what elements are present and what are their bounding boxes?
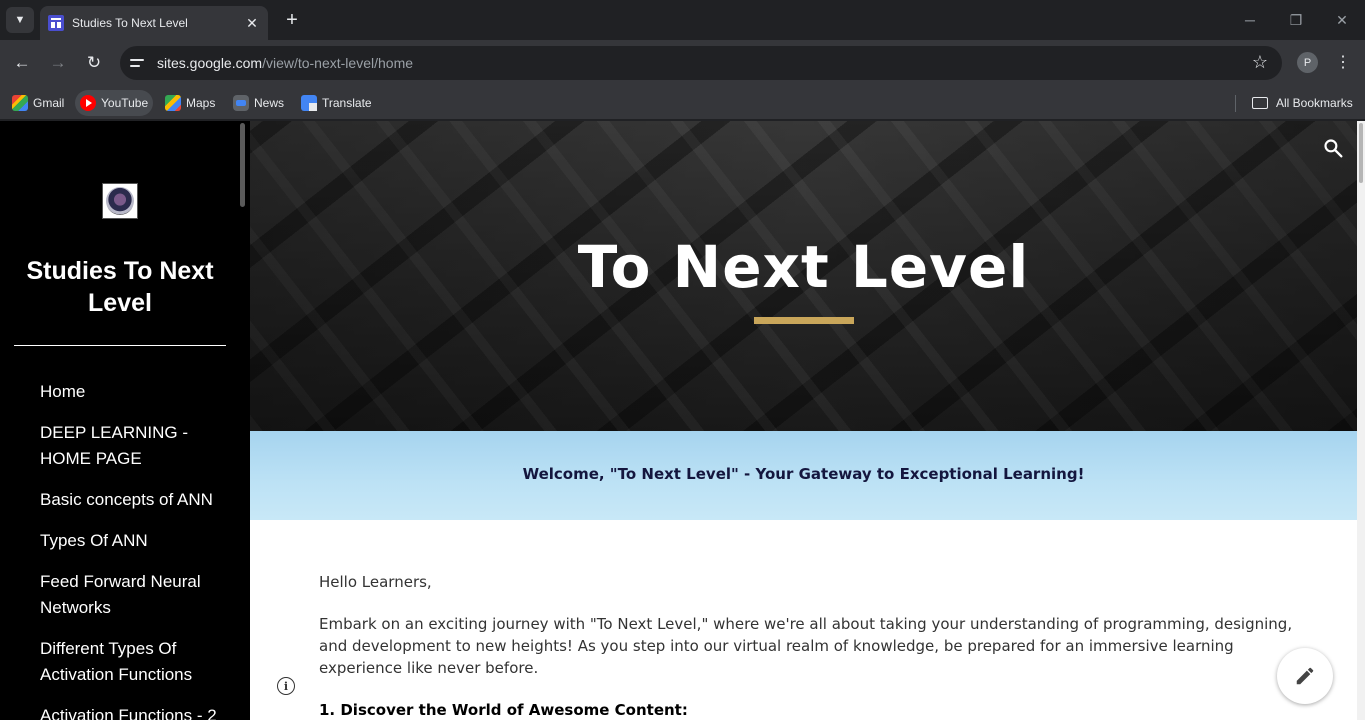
news-icon [233,95,249,111]
bookmark-gmail[interactable]: Gmail [7,90,69,116]
bookmarks-bar: Gmail YouTube Maps News Translate All Bo… [0,86,1365,120]
edit-button[interactable] [1277,648,1333,704]
sidebar-divider [14,345,226,346]
gmail-icon [12,95,28,111]
bookmark-translate[interactable]: Translate [296,90,377,116]
minimize-icon[interactable]: ─ [1227,0,1273,40]
nav-item-deep-learning[interactable]: DEEP LEARNING - HOME PAGE [40,420,230,472]
main-content: Hello Learners, Embark on an exciting jo… [319,571,1299,720]
google-sites-favicon-icon [48,15,64,31]
nav-item-feed-forward[interactable]: Feed Forward Neural Networks [40,569,230,621]
intro-paragraph: Embark on an exciting journey with "To N… [319,615,1293,677]
hero-title: To Next Level [577,233,1030,301]
profile-avatar[interactable]: P [1297,52,1318,73]
folder-icon [1252,97,1268,109]
hero-banner: To Next Level [250,121,1357,431]
nav-item-activation-functions-2[interactable]: Activation Functions - 2 [40,703,230,720]
sidebar: Studies To Next Level Home DEEP LEARNING… [0,121,250,720]
tab-strip: ▼ Studies To Next Level ✕ + ─ ❐ ✕ [0,0,1365,40]
site-logo[interactable] [102,183,138,219]
bookmarks-divider [1235,95,1236,112]
translate-icon [301,95,317,111]
youtube-icon [80,95,96,111]
tab-close-icon[interactable]: ✕ [244,15,260,32]
search-icon[interactable] [1323,138,1343,158]
new-tab-button[interactable]: + [282,8,302,32]
title-accent-bar [754,317,854,324]
nav-item-basic-concepts-ann[interactable]: Basic concepts of ANN [40,487,230,513]
site-name[interactable]: Studies To Next Level [14,255,226,319]
greeting-text: Hello Learners, [319,573,432,591]
bookmark-maps[interactable]: Maps [160,90,220,116]
maps-icon [165,95,181,111]
browser-toolbar: ← → ↻ sites.google.com/view/to-next-leve… [0,40,1365,86]
window-controls: ─ ❐ ✕ [1227,0,1365,40]
window-close-icon[interactable]: ✕ [1319,0,1365,40]
page-scrollbar-track[interactable] [1357,121,1365,720]
section-heading: 1. Discover the World of Awesome Content… [319,701,688,719]
address-bar[interactable]: sites.google.com/view/to-next-level/home… [120,46,1282,80]
tab-title: Studies To Next Level [72,16,188,30]
nav-item-activation-functions[interactable]: Different Types Of Activation Functions [40,636,230,688]
bookmark-star-icon[interactable]: ☆ [1252,52,1268,73]
welcome-banner: Welcome, "To Next Level" - Your Gateway … [250,431,1357,520]
tab-search-button[interactable]: ▼ [6,7,34,33]
emblem-icon [106,187,134,215]
sidebar-nav: Home DEEP LEARNING - HOME PAGE Basic con… [40,379,230,720]
all-bookmarks-button[interactable]: All Bookmarks [1247,90,1358,116]
page-viewport: Studies To Next Level Home DEEP LEARNING… [0,121,1365,720]
back-icon[interactable]: ← [8,49,36,77]
restore-icon[interactable]: ❐ [1273,0,1319,40]
sidebar-scrollbar[interactable] [240,123,245,207]
welcome-heading: Welcome, "To Next Level" - Your Gateway … [522,465,1085,483]
site-info-icon[interactable] [128,54,146,72]
bookmark-news[interactable]: News [228,90,289,116]
browser-menu-icon[interactable]: ⋮ [1334,52,1352,74]
chevron-down-icon: ▼ [14,14,26,26]
url-text[interactable]: sites.google.com/view/to-next-level/home [157,55,413,71]
pencil-icon [1296,667,1314,685]
nav-item-types-of-ann[interactable]: Types Of ANN [40,528,230,554]
forward-icon[interactable]: → [44,49,72,77]
reload-icon[interactable]: ↻ [80,49,108,77]
bookmark-youtube[interactable]: YouTube [75,90,154,116]
nav-item-home[interactable]: Home [40,379,230,405]
page-scrollbar-thumb[interactable] [1359,123,1363,183]
active-tab[interactable]: Studies To Next Level ✕ [40,6,268,40]
info-icon[interactable]: i [277,677,295,695]
